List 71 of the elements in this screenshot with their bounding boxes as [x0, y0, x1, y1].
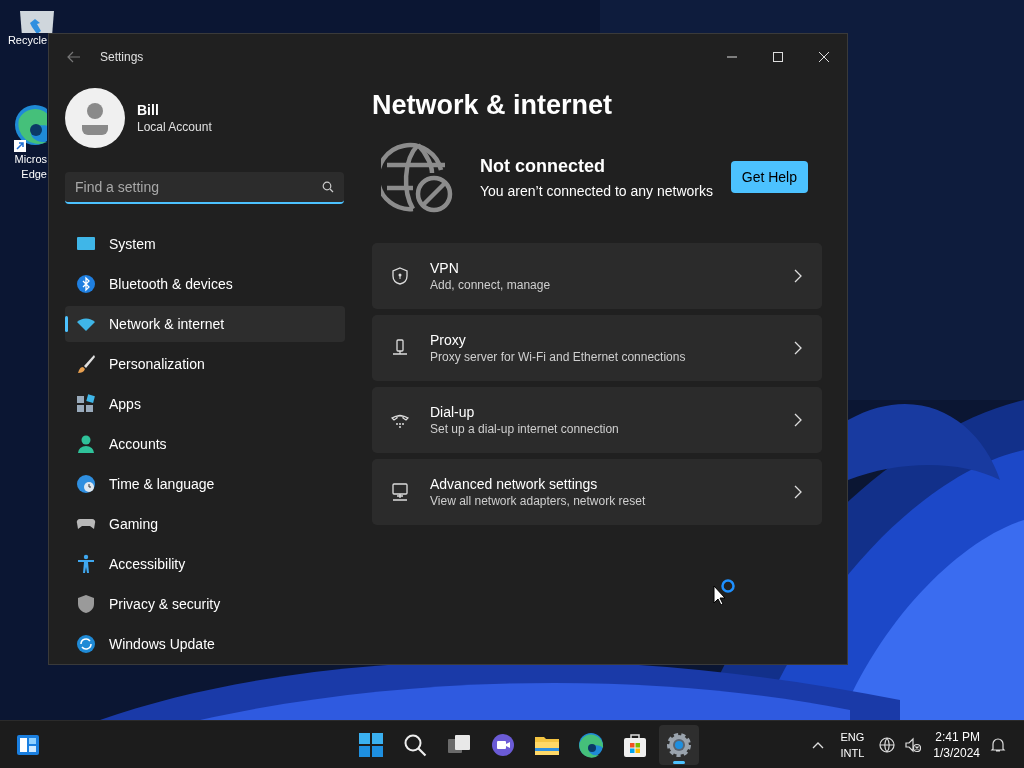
person-icon	[76, 434, 96, 454]
card-title: Advanced network settings	[430, 475, 599, 493]
language-code[interactable]: ENG	[840, 728, 865, 745]
gear-icon	[665, 730, 693, 759]
active-indicator	[673, 760, 685, 764]
recycle-bin-icon[interactable]	[18, 9, 56, 33]
keyboard-layout[interactable]: INTL	[840, 744, 865, 761]
get-help-button[interactable]: Get Help	[730, 161, 808, 193]
bluetooth-icon	[76, 274, 96, 294]
shield-icon	[76, 594, 96, 614]
page-title: Network & internet	[372, 89, 614, 122]
maximize-icon[interactable]	[772, 50, 784, 63]
nav-item[interactable]: Accessibility	[65, 546, 345, 582]
nav-item[interactable]: System	[65, 226, 345, 262]
start-icon	[357, 730, 385, 759]
window-title: Settings	[100, 48, 144, 66]
desktop-icon-label[interactable]: Recycle	[7, 33, 47, 48]
avatar-icon[interactable]	[65, 88, 125, 148]
computer-network-icon	[390, 482, 410, 502]
proxy-device-icon	[390, 338, 410, 358]
card-subtitle: View all network adapters, network reset	[430, 493, 646, 509]
nav-item[interactable]: Time & language	[65, 466, 345, 502]
settings-card[interactable]: Proxy Proxy server for Wi-Fi and Ethernet connections	[372, 315, 822, 381]
card-subtitle: Set up a dial-up internet connection	[430, 421, 619, 437]
search-icon[interactable]	[322, 181, 334, 193]
card-subtitle: Add, connect, manage	[430, 277, 551, 293]
status-title: Not connected	[480, 154, 606, 178]
account-type: Local Account	[137, 118, 212, 136]
globe-clock-icon	[76, 474, 96, 494]
card-subtitle: Proxy server for Wi-Fi and Ethernet connections	[430, 349, 686, 365]
card-title: Dial-up	[430, 403, 476, 421]
card-title: Proxy	[430, 331, 467, 349]
desktop-icon-label[interactable]: Edge	[21, 167, 47, 182]
speaker-muted-icon[interactable]	[905, 736, 922, 753]
nav-item[interactable]: Privacy & security	[65, 586, 345, 622]
taskbar-button[interactable]	[659, 724, 699, 765]
notification-bell-icon[interactable]	[990, 736, 1006, 753]
status-message: You aren’t connected to any networks	[480, 181, 713, 201]
close-icon[interactable]	[818, 50, 830, 63]
account-name: Bill	[137, 100, 160, 119]
search-input[interactable]: Find a setting	[75, 176, 322, 198]
sync-icon	[76, 634, 96, 654]
settings-card[interactable]: VPN Add, connect, manage	[372, 243, 822, 309]
clock-time[interactable]: 2:41 PM	[935, 728, 980, 745]
back-icon[interactable]	[67, 50, 81, 63]
chevron-right-icon	[794, 413, 802, 427]
widgets-icon[interactable]	[17, 734, 39, 755]
search-field[interactable]: Find a setting	[65, 172, 344, 204]
paintbrush-icon	[76, 354, 96, 374]
clock-date[interactable]: 1/3/2024	[933, 744, 980, 761]
accessibility-icon	[76, 554, 96, 574]
chevron-right-icon	[794, 269, 802, 283]
loading-cursor-icon	[713, 578, 737, 605]
desktop-icon-label[interactable]: Micros	[14, 152, 47, 167]
nav-item[interactable]: Accounts	[65, 426, 345, 462]
apps-icon	[76, 394, 96, 414]
settings-card[interactable]: Dial-up Set up a dial-up internet connection	[372, 387, 822, 453]
nav-item[interactable]: Windows Update	[65, 626, 345, 662]
nav-item[interactable]: Bluetooth & devices	[65, 266, 345, 302]
chevron-right-icon	[794, 485, 802, 499]
nav-item[interactable]: Gaming	[65, 506, 345, 542]
nav-item[interactable]: Personalization	[65, 346, 345, 382]
chevron-up-icon[interactable]	[812, 740, 825, 749]
settings-card[interactable]: Advanced network settings View all network adapters, network reset	[372, 459, 822, 525]
nav-item[interactable]: Network & internet	[65, 306, 345, 342]
selection-indicator	[65, 316, 68, 332]
chevron-right-icon	[794, 341, 802, 355]
nav-item[interactable]: Apps	[65, 386, 345, 422]
shield-icon	[390, 266, 410, 286]
edge-icon	[577, 730, 605, 759]
card-title: VPN	[430, 259, 460, 277]
